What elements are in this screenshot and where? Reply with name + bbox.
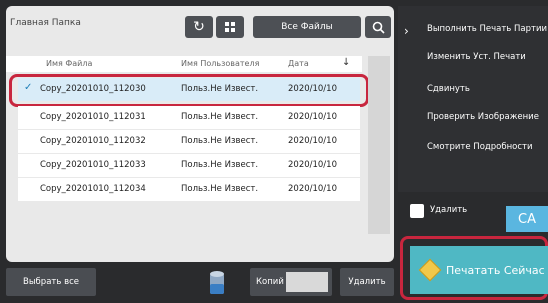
delete-button[interactable]: Удалить bbox=[340, 268, 394, 296]
search-icon bbox=[372, 21, 385, 34]
file-name: Copy_20201010_112034 bbox=[40, 184, 146, 194]
table-row[interactable]: Copy_20201010_112031 Польз.Не Извест. 20… bbox=[18, 106, 360, 129]
header-user-name[interactable]: Имя Пользователя bbox=[181, 59, 259, 68]
all-files-button[interactable]: Все Файлы bbox=[253, 16, 361, 38]
selection-highlight bbox=[9, 74, 369, 107]
print-now-button[interactable]: Печатать Сейчас bbox=[410, 246, 548, 294]
user-name: Польз.Не Извест. bbox=[181, 112, 259, 122]
file-date: 2020/10/10 bbox=[288, 112, 337, 122]
chevron-right-icon[interactable]: › bbox=[404, 24, 409, 38]
table-row[interactable]: Copy_20201010_112032 Польз.Не Извест. 20… bbox=[18, 130, 360, 153]
menu-batch-print[interactable]: Выполнить Печать Партии bbox=[427, 24, 547, 34]
file-name: Copy_20201010_112031 bbox=[40, 112, 146, 122]
delete-checkbox-label: Удалить bbox=[430, 205, 468, 215]
grid-icon bbox=[225, 22, 235, 32]
scrollbar[interactable] bbox=[368, 56, 390, 234]
menu-view-details[interactable]: Смотрите Подробности bbox=[427, 142, 533, 152]
select-all-button[interactable]: Выбрать все bbox=[6, 268, 96, 296]
start-icon bbox=[418, 258, 442, 282]
table-header: Имя Файла Имя Пользователя Дата ↓ bbox=[6, 56, 362, 72]
file-date: 2020/10/10 bbox=[288, 184, 337, 194]
user-name: Польз.Не Извест. bbox=[181, 136, 259, 146]
file-name: Copy_20201010_112033 bbox=[40, 160, 146, 170]
copies-label: Копий bbox=[256, 277, 284, 287]
grid-view-button[interactable] bbox=[216, 16, 244, 38]
menu-move[interactable]: Сдвинуть bbox=[427, 84, 470, 94]
file-name: Copy_20201010_112032 bbox=[40, 136, 146, 146]
search-button[interactable] bbox=[365, 16, 391, 38]
refresh-icon: ↻ bbox=[193, 19, 205, 35]
table-row[interactable]: Copy_20201010_112033 Польз.Не Извест. 20… bbox=[18, 154, 360, 177]
folder-label: Главная Папка bbox=[10, 18, 81, 28]
user-name: Польз.Не Извест. bbox=[181, 160, 259, 170]
refresh-button[interactable]: ↻ bbox=[185, 16, 213, 38]
file-date: 2020/10/10 bbox=[288, 136, 337, 146]
table-row[interactable]: Copy_20201010_112034 Польз.Не Извест. 20… bbox=[18, 178, 360, 201]
header-date[interactable]: Дата bbox=[288, 59, 309, 68]
toner-icon bbox=[210, 271, 224, 294]
delete-checkbox[interactable] bbox=[410, 204, 424, 218]
print-now-label: Печатать Сейчас bbox=[446, 263, 545, 277]
header-file-name[interactable]: Имя Файла bbox=[46, 59, 92, 68]
sort-arrow-icon[interactable]: ↓ bbox=[342, 57, 350, 68]
menu-change-print-settings[interactable]: Изменить Уст. Печати bbox=[427, 52, 526, 62]
ca-button[interactable]: CA bbox=[506, 206, 548, 232]
menu-check-image[interactable]: Проверить Изображение bbox=[427, 112, 539, 122]
copies-input[interactable] bbox=[286, 272, 328, 292]
user-name: Польз.Не Извест. bbox=[181, 184, 259, 194]
file-date: 2020/10/10 bbox=[288, 160, 337, 170]
